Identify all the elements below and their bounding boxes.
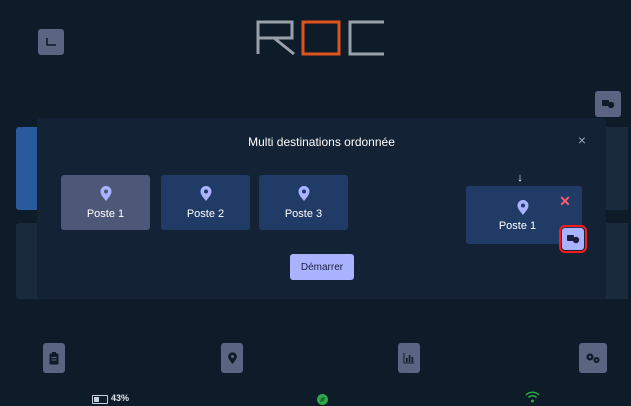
queue-order-arrow: ↓ (517, 172, 523, 184)
nav-settings-button[interactable] (579, 343, 607, 373)
destination-poste-3[interactable]: Poste 3 (259, 175, 348, 230)
nav-statistics-button[interactable] (398, 343, 420, 373)
destination-label: Poste 1 (86, 208, 125, 220)
destination-label: Poste 2 (186, 208, 225, 220)
clipboard-icon (49, 351, 59, 364)
back-button[interactable] (38, 29, 64, 55)
queue-item-label: Poste 1 (498, 220, 537, 232)
roc-logo (256, 20, 384, 56)
nav-tasks-button[interactable] (43, 343, 65, 373)
multi-destination-modal: Multi destinations ordonnée × Poste 1 Po… (37, 118, 606, 299)
close-button[interactable]: × (574, 132, 590, 148)
nav-destinations-button[interactable] (221, 343, 243, 373)
destination-poste-1[interactable]: Poste 1 (61, 175, 150, 230)
location-pin-icon (100, 186, 111, 201)
location-pin-icon (227, 351, 237, 364)
battery-percentage: 43% (111, 393, 130, 403)
destination-label: Poste 3 (284, 208, 323, 220)
settings-gears-icon (586, 353, 600, 363)
wifi-icon (525, 391, 540, 403)
destination-poste-2[interactable]: Poste 2 (161, 175, 250, 230)
swap-icon (567, 235, 580, 244)
location-pin-icon (298, 186, 309, 201)
queue-swap-button[interactable] (559, 225, 587, 253)
back-corner-icon (46, 38, 56, 46)
leaf-icon (317, 394, 328, 405)
battery-level-fill (94, 397, 99, 402)
location-pin-icon (517, 200, 529, 215)
location-pin-icon (200, 186, 211, 201)
remove-queue-item-button[interactable]: ✕ (558, 194, 572, 208)
modal-title: Multi destinations ordonnée (248, 135, 395, 149)
swap-icon (602, 100, 615, 109)
battery-icon (92, 395, 108, 404)
chart-icon (403, 352, 414, 363)
start-button[interactable]: Démarrer (290, 254, 354, 280)
swap-mode-button[interactable] (595, 91, 621, 117)
